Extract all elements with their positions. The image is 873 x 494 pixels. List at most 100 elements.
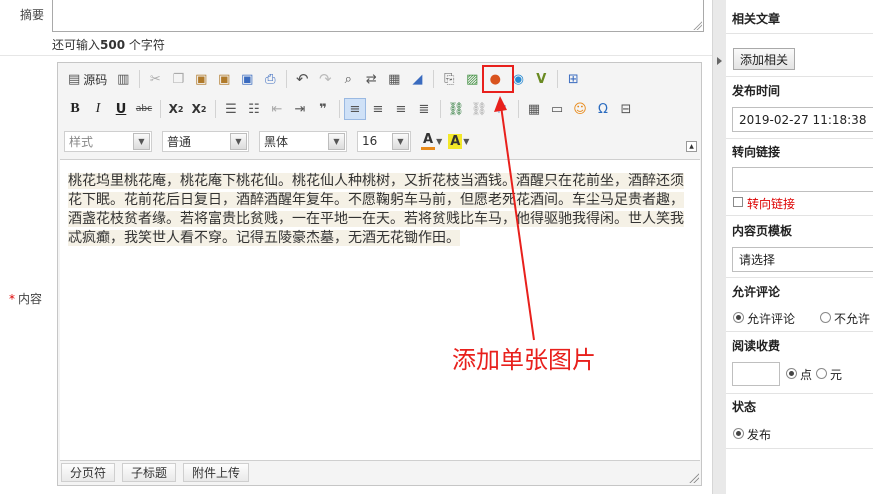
add-image-icon[interactable]: ▨ [461, 68, 483, 90]
align-justify-icon[interactable]: ≣ [413, 98, 435, 120]
comment-deny-radio[interactable] [820, 312, 831, 323]
anchor-flag-icon[interactable]: ⚑ [491, 98, 513, 120]
font-color-button[interactable]: A ▼ [421, 132, 442, 150]
strikethrough-button[interactable]: abc [133, 98, 155, 120]
blockquote-button[interactable]: ❞ [312, 98, 334, 120]
right-sidebar: 相关文章 添加相关 发布时间 2019-02-27 11:18:38 转向链接 … [726, 0, 873, 494]
comment-title: 允许评论 [732, 285, 781, 299]
sidebar-divider [726, 331, 873, 332]
link-icon[interactable]: ⛓ [445, 98, 467, 120]
subtitle-button[interactable]: 子标题 [122, 462, 177, 482]
toolbar-separator [440, 100, 441, 118]
bold-button[interactable]: B [64, 98, 86, 120]
required-mark: * [9, 292, 15, 306]
sidebar-divider [726, 393, 873, 394]
remove-format-icon[interactable]: ◢ [406, 68, 428, 90]
toolbar-separator [339, 100, 340, 118]
char-counter: 还可输入500 个字符 [52, 38, 165, 52]
preview-icon[interactable]: ⎘ [438, 68, 460, 90]
fee-points-radio[interactable] [786, 368, 797, 379]
italic-button[interactable]: I [87, 98, 109, 120]
maximize-icon[interactable]: ⊞ [562, 68, 584, 90]
comment-deny-label: 不允许 [834, 312, 871, 326]
font-size-select[interactable]: 16 ▼ [357, 130, 411, 152]
numbered-list-icon[interactable]: ☰ [220, 98, 242, 120]
annotation-label: 添加单张图片 [452, 346, 596, 374]
collapse-toolbar-icon[interactable]: ▲ [686, 141, 697, 152]
fee-points-label: 点 [800, 368, 813, 382]
smiley-icon[interactable]: ☺ [569, 98, 591, 120]
bulleted-list-icon[interactable]: ☷ [243, 98, 265, 120]
comment-allow-radio[interactable] [733, 312, 744, 323]
format-select[interactable]: 普通 ▼ [162, 130, 249, 152]
align-center-icon[interactable]: ≡ [367, 98, 389, 120]
chevron-down-icon: ▼ [328, 132, 345, 150]
sidebar-divider [726, 448, 873, 449]
editor-body-text: 桃花坞里桃花庵，桃花庵下桃花仙。桃花仙人种桃树，又折花枝当酒钱。酒醒只在花前坐，… [68, 173, 684, 246]
editor-resize-grip[interactable] [689, 473, 699, 483]
redirect-url-input[interactable] [732, 167, 873, 192]
toolbar-row-2: B I U abc X2 X2 ☰ ☷ ⇤ ⇥ ❞ ≡ ≡ ≡ ≣ ⛓ ⛓ ⚑ … [58, 96, 638, 122]
copy-icon[interactable]: ❐ [167, 68, 189, 90]
chevron-down-icon: ▼ [230, 132, 247, 150]
redirect-checkbox[interactable] [733, 197, 743, 207]
special-char-icon[interactable]: Ω [592, 98, 614, 120]
chevron-down-icon: ▼ [392, 132, 409, 150]
paste-word-icon[interactable]: ▣ [236, 68, 258, 90]
related-title: 相关文章 [732, 12, 781, 26]
cut-icon[interactable]: ✂ [144, 68, 166, 90]
toolbar-separator [160, 100, 161, 118]
textarea-resize-grip[interactable] [692, 20, 702, 30]
fee-title: 阅读收费 [732, 339, 781, 353]
chevron-down-icon: ▼ [133, 132, 150, 150]
page-break-button[interactable]: 分页符 [61, 462, 116, 482]
upload-attachment-button[interactable]: 附件上传 [183, 462, 250, 482]
outdent-icon[interactable]: ⇤ [266, 98, 288, 120]
replace-icon[interactable]: ⇄ [360, 68, 382, 90]
fee-amount-input[interactable] [732, 362, 780, 386]
toolbar-separator [139, 70, 141, 88]
horizontal-rule-icon[interactable]: ▭ [546, 98, 568, 120]
sidebar-toggle[interactable] [712, 0, 726, 494]
video-icon[interactable]: V [530, 68, 552, 90]
status-publish-radio[interactable] [733, 428, 744, 439]
unlink-icon[interactable]: ⛓ [468, 98, 490, 120]
page-break-icon[interactable]: ⊟ [615, 98, 637, 120]
add-related-button[interactable]: 添加相关 [733, 48, 796, 70]
char-counter-value: 500 [100, 38, 126, 52]
underline-button[interactable]: U [110, 98, 132, 120]
find-icon[interactable]: ⌕ [337, 68, 359, 90]
content-label: * 内容 [9, 292, 43, 306]
sidebar-divider [726, 215, 873, 216]
toolbar-separator [557, 70, 559, 88]
select-all-icon[interactable]: ▦ [383, 68, 405, 90]
sidebar-divider [726, 33, 873, 34]
redo-icon[interactable]: ↷ [314, 68, 336, 90]
align-left-icon[interactable]: ≡ [344, 98, 366, 120]
template-select[interactable]: 请选择 [732, 247, 873, 272]
templates-icon[interactable]: ▥ [112, 68, 134, 90]
chevron-down-icon: ▼ [463, 136, 470, 146]
editor-content-area[interactable]: 桃花坞里桃花庵，桃花庵下桃花仙。桃花仙人种桃树，又折花枝当酒钱。酒醒只在花前坐，… [60, 159, 700, 461]
superscript-button[interactable]: X2 [188, 98, 210, 120]
publish-time-input[interactable]: 2019-02-27 11:18:38 [732, 107, 873, 132]
summary-textarea[interactable] [52, 0, 704, 32]
sidebar-divider [726, 76, 873, 77]
source-button[interactable]: ▤ 源码 [64, 68, 111, 90]
bg-color-button[interactable]: A ▼ [448, 133, 470, 149]
redirect-checkbox-label: 转向链接 [747, 197, 796, 211]
table-icon[interactable]: ▦ [523, 98, 545, 120]
status-publish-label: 发布 [747, 428, 772, 442]
comment-allow-label: 允许评论 [747, 312, 796, 326]
paste-text-icon[interactable]: ▣ [213, 68, 235, 90]
style-select[interactable]: 样式 ▼ [64, 130, 152, 152]
undo-icon[interactable]: ↶ [291, 68, 313, 90]
subscript-button[interactable]: X2 [165, 98, 187, 120]
indent-icon[interactable]: ⇥ [289, 98, 311, 120]
print-icon[interactable]: ⎙ [259, 68, 281, 90]
paste-icon[interactable]: ▣ [190, 68, 212, 90]
fee-yuan-radio[interactable] [816, 368, 827, 379]
font-family-select[interactable]: 黑体 ▼ [259, 130, 347, 152]
toolbar-separator [215, 100, 216, 118]
align-right-icon[interactable]: ≡ [390, 98, 412, 120]
